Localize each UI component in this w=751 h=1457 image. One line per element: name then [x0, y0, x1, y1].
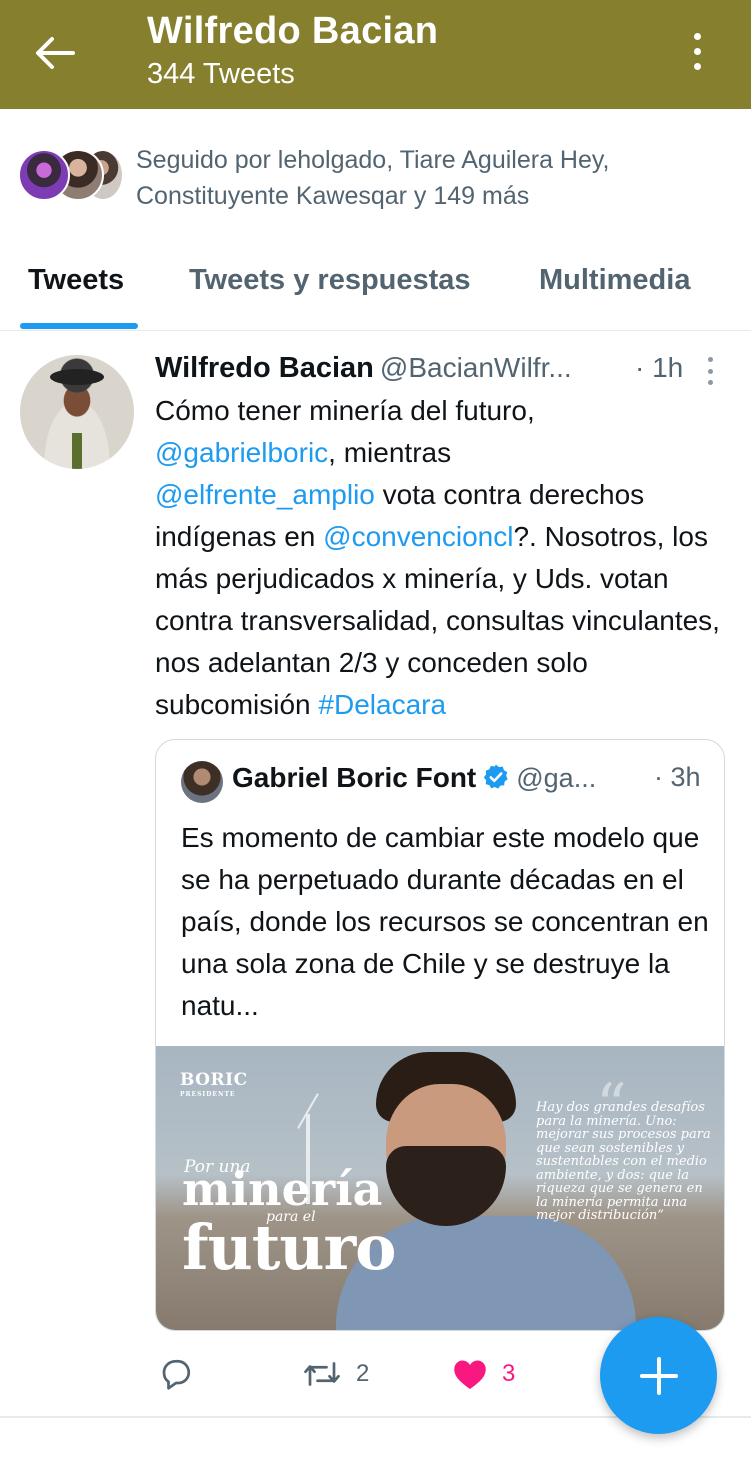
profile-title: Wilfredo Bacian	[147, 10, 439, 52]
tweet-author-name[interactable]: Wilfredo Bacian	[155, 352, 374, 384]
avatar[interactable]	[20, 355, 134, 469]
slogan-big-2: futuro	[182, 1211, 396, 1284]
reply-bubble-icon	[162, 1359, 191, 1390]
reply-button[interactable]	[158, 1354, 194, 1394]
follower-avatar	[18, 149, 70, 201]
tab-media[interactable]: Multimedia	[539, 264, 690, 297]
retweet-button[interactable]: 2	[302, 1354, 369, 1394]
quoted-time: · 3h	[654, 762, 701, 792]
tweet-count: 344 Tweets	[147, 58, 295, 90]
campaign-logo: BORIC PRESIDENTE	[180, 1070, 248, 1098]
more-vertical-icon	[707, 357, 713, 362]
quoted-text: Es momento de cambiar este modelo que se…	[181, 822, 709, 1021]
quoted-image[interactable]: BORIC PRESIDENTE Por una minería para el …	[156, 1046, 724, 1330]
tweet-text: Cómo tener minería del futuro, @gabrielbo…	[155, 395, 720, 720]
like-button[interactable]: 3	[452, 1354, 515, 1394]
tweet-header: Wilfredo Bacian @BacianWilfr... · 1h	[155, 352, 715, 388]
hashtag-link[interactable]: #Delacara	[318, 689, 446, 720]
image-quote-text: Hay dos grandes desafíos para la minería…	[536, 1100, 711, 1223]
mention-link[interactable]: @gabrielboric	[155, 437, 328, 468]
quoted-tweet[interactable]: Gabriel Boric Font @ga... · 3h Es moment…	[155, 739, 725, 1331]
quoted-avatar	[181, 761, 223, 803]
arrow-left-icon	[36, 37, 75, 69]
tweet-author-handle[interactable]: @BacianWilfr...	[380, 352, 572, 383]
followers-text: Seguido por leholgado, Tiare Aguilera He…	[136, 146, 610, 210]
followers-you-know[interactable]: Seguido por leholgado, Tiare Aguilera He…	[18, 142, 738, 214]
like-count: 3	[502, 1360, 516, 1387]
more-vertical-icon	[693, 32, 701, 40]
tweet-time[interactable]: · 1h	[635, 352, 683, 384]
tab-tweets-and-replies[interactable]: Tweets y respuestas	[189, 264, 471, 297]
quoted-header: Gabriel Boric Font @ga... · 3h	[232, 762, 712, 798]
retweet-count: 2	[356, 1360, 370, 1387]
tweet-more-button[interactable]	[703, 357, 717, 385]
heart-icon	[454, 1360, 486, 1389]
back-button[interactable]	[28, 26, 82, 80]
tab-tweets[interactable]: Tweets	[28, 264, 124, 297]
verified-badge-icon	[484, 764, 508, 789]
slogan-big-1: minería	[182, 1162, 383, 1216]
compose-tweet-button[interactable]	[600, 1317, 717, 1434]
profile-tabs: Tweets Tweets y respuestas Multimedia	[0, 256, 751, 331]
quoted-author-handle: @ga...	[516, 763, 597, 793]
profile-header: Wilfredo Bacian 344 Tweets	[0, 0, 751, 109]
plus-icon	[639, 1356, 678, 1395]
mention-link[interactable]: @elfrente_amplio	[155, 479, 375, 510]
quoted-author-name: Gabriel Boric Font	[232, 762, 477, 793]
more-options-button[interactable]	[680, 26, 714, 76]
active-tab-indicator	[20, 323, 138, 329]
mention-link[interactable]: @convencioncl	[323, 521, 513, 552]
retweet-icon	[304, 1362, 340, 1386]
